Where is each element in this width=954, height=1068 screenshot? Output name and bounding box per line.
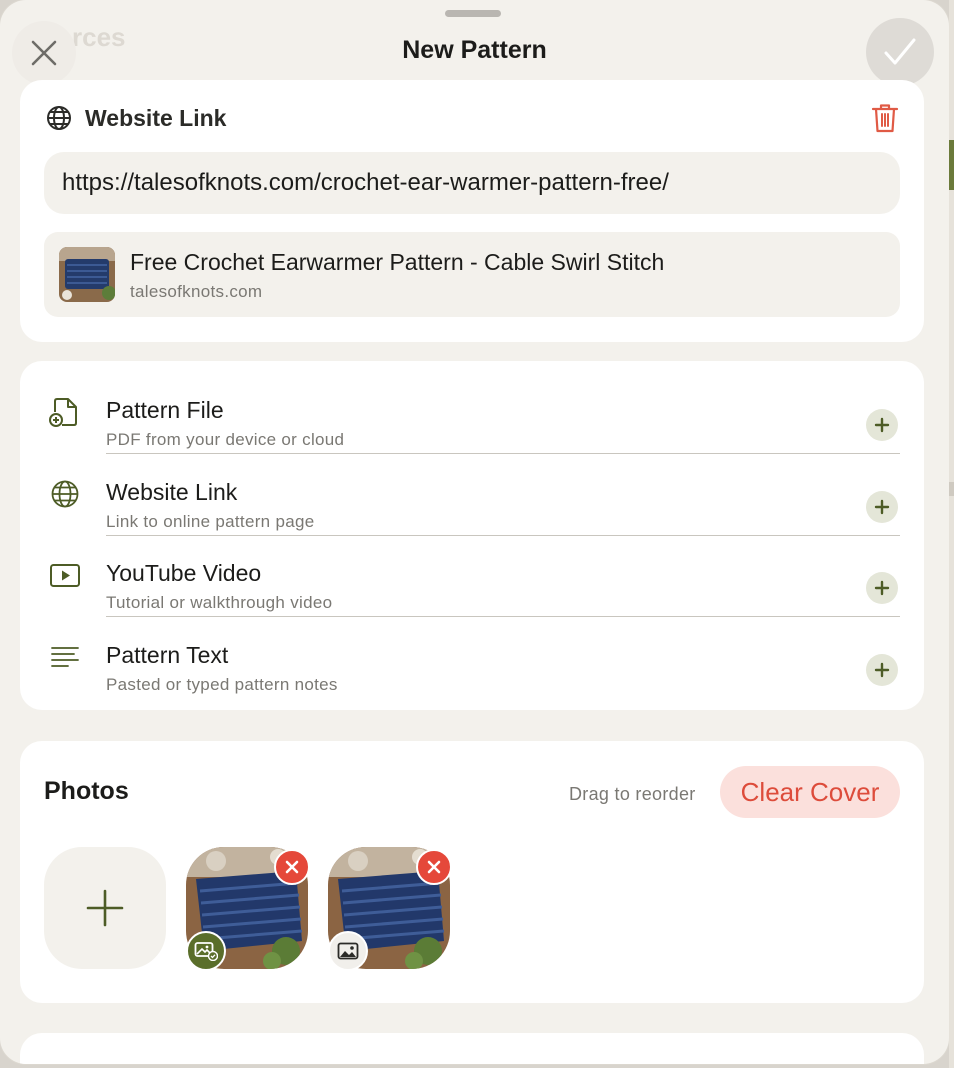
clear-cover-button[interactable]: Clear Cover [720,766,900,818]
set-cover-button[interactable] [328,931,368,971]
plus-icon [874,662,890,678]
image-icon [337,942,359,960]
file-add-icon [49,398,77,427]
sheet-grabber[interactable] [445,10,501,17]
set-cover-button[interactable] [186,931,226,971]
add-pattern-file-button[interactable] [866,409,898,441]
preview-thumbnail [59,247,115,302]
attachments-card: Pattern File PDF from your device or clo… [20,361,924,710]
photo-thumbnail[interactable] [186,847,310,971]
add-photo-button[interactable] [44,847,166,969]
attachment-subtitle: Link to online pattern page [106,512,315,531]
new-pattern-sheet: rces New Pattern Website Link https://ta… [0,0,949,1064]
video-play-icon [50,564,80,587]
page-title: New Pattern [402,36,547,64]
photos-title: Photos [44,777,129,805]
add-website-link-button[interactable] [866,491,898,523]
preview-domain: talesofknots.com [130,282,263,301]
preview-title: Free Crochet Earwarmer Pattern - Cable S… [130,249,665,275]
add-youtube-video-button[interactable] [866,572,898,604]
attachment-title: Pattern File [106,397,224,423]
photo-thumbnail[interactable] [328,847,452,971]
plus-icon [874,417,890,433]
attachment-subtitle: PDF from your device or cloud [106,430,345,449]
background-accent-mark [949,140,954,190]
row-divider [106,453,900,454]
close-icon [285,860,299,874]
cover-photo-checked-icon [194,942,218,961]
remove-photo-button[interactable] [274,849,310,885]
attachment-row-youtube-video[interactable]: YouTube Video Tutorial or walkthrough vi… [20,536,924,618]
trash-icon[interactable] [870,102,900,134]
row-divider [106,616,900,617]
close-icon [427,860,441,874]
plus-icon [86,889,124,927]
attachment-title: Pattern Text [106,642,229,668]
attachment-subtitle: Pasted or typed pattern notes [106,675,338,694]
done-button[interactable] [866,18,934,86]
globe-icon [51,480,79,508]
globe-icon [47,106,71,130]
attachment-row-website-link[interactable]: Website Link Link to online pattern page [20,455,924,537]
attachment-subtitle: Tutorial or walkthrough video [106,593,333,612]
attachment-title: Website Link [106,479,238,505]
background-scroll-mark [949,482,954,496]
text-lines-icon [51,647,79,667]
plus-icon [874,580,890,596]
checkmark-icon [884,38,916,65]
website-link-card: Website Link Free Crochet Earwarmer Patt… [20,80,924,342]
attachment-title: YouTube Video [106,560,262,586]
drag-hint: Drag to reorder [569,784,696,804]
attachment-row-pattern-text[interactable]: Pattern Text Pasted or typed pattern not… [20,618,924,700]
url-input[interactable] [44,152,900,214]
link-preview[interactable]: Free Crochet Earwarmer Pattern - Cable S… [44,232,900,317]
add-pattern-text-button[interactable] [866,654,898,686]
website-link-label: Website Link [85,105,227,131]
photos-card: Photos Drag to reorder Clear Cover [20,741,924,1003]
next-section-card [20,1033,924,1064]
attachment-row-pattern-file[interactable]: Pattern File PDF from your device or clo… [20,373,924,455]
plus-icon [874,499,890,515]
remove-photo-button[interactable] [416,849,452,885]
